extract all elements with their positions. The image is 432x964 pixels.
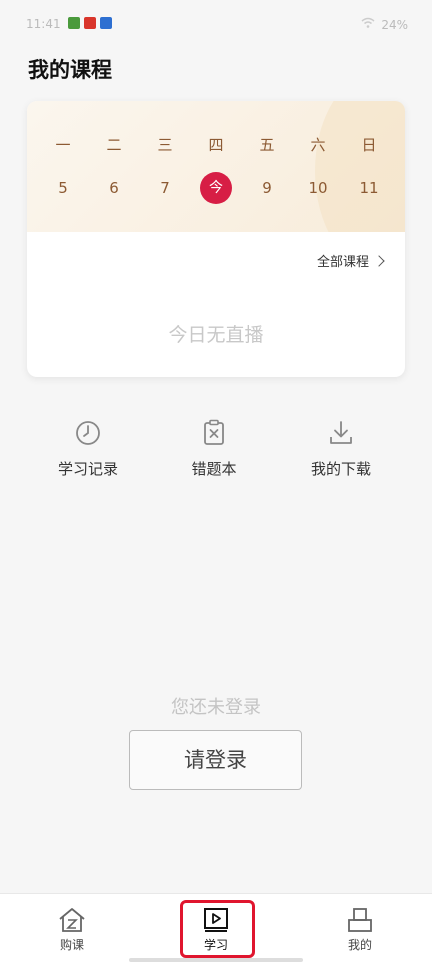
shortcut-label: 错题本	[191, 460, 237, 478]
chevron-right-icon	[373, 254, 385, 267]
calendar-date[interactable]: 10	[302, 172, 334, 204]
app-notification-icon	[84, 17, 96, 29]
calendar-decoration	[315, 101, 405, 232]
all-courses-link[interactable]: 全部课程	[316, 251, 385, 270]
calendar-date[interactable]: 9	[251, 172, 283, 204]
calendar-date[interactable]: 6	[98, 172, 130, 204]
weekday-label: 四	[208, 136, 224, 154]
all-courses-label: 全部课程	[316, 255, 369, 270]
weekday-label: 二	[106, 136, 122, 154]
app-notification-icon	[100, 17, 112, 29]
login-button[interactable]: 请登录	[129, 730, 302, 790]
status-indicators: 24%	[361, 17, 408, 32]
weekday-label: 五	[259, 136, 275, 154]
weekday-label: 三	[157, 136, 173, 154]
weekday-row: 一 二 三 四 五 六 日	[27, 129, 405, 159]
shortcut-label: 学习记录	[57, 460, 118, 478]
clock-icon	[73, 418, 103, 448]
calendar-date[interactable]: 11	[353, 172, 385, 204]
profile-icon	[345, 906, 375, 934]
calendar-date[interactable]: 5	[47, 172, 79, 204]
status-app-icons	[68, 17, 112, 29]
date-row: 5 6 7 今 9 10 11	[27, 172, 405, 204]
selection-highlight	[180, 900, 255, 958]
status-time: 11:41	[26, 17, 61, 31]
wrong-questions-icon	[199, 418, 229, 448]
wifi-icon	[361, 17, 375, 32]
week-calendar: 一 二 三 四 五 六 日 5 6 7 今 9 10 11	[27, 101, 405, 232]
weekday-label: 一	[55, 136, 71, 154]
tab-mine[interactable]: 我的	[315, 906, 405, 953]
app-notification-icon	[68, 17, 80, 29]
battery-level: 24%	[381, 17, 408, 32]
weekday-label: 日	[361, 136, 377, 154]
status-bar: 11:41 24%	[0, 0, 432, 48]
calendar-date-today[interactable]: 今	[200, 172, 232, 204]
login-hint: 您还未登录	[171, 697, 261, 718]
shortcut-label: 我的下载	[310, 460, 371, 478]
page-title: 我的课程	[28, 58, 112, 82]
empty-state-text: 今日无直播	[168, 324, 264, 346]
tab-label: 购课	[59, 938, 84, 952]
calendar-date[interactable]: 7	[149, 172, 181, 204]
my-downloads-shortcut[interactable]: 我的下载	[286, 418, 396, 479]
course-card: 一 二 三 四 五 六 日 5 6 7 今 9 10 11 全部课程 今日无直播	[27, 101, 405, 377]
tab-buy-courses[interactable]: 购课	[27, 906, 117, 953]
tab-label: 我的	[347, 938, 372, 952]
study-record-shortcut[interactable]: 学习记录	[33, 418, 143, 479]
wrong-questions-shortcut[interactable]: 错题本	[159, 418, 269, 479]
home-indicator	[129, 958, 303, 962]
home-shop-icon	[57, 906, 87, 934]
download-icon	[326, 418, 356, 448]
weekday-label: 六	[310, 136, 326, 154]
